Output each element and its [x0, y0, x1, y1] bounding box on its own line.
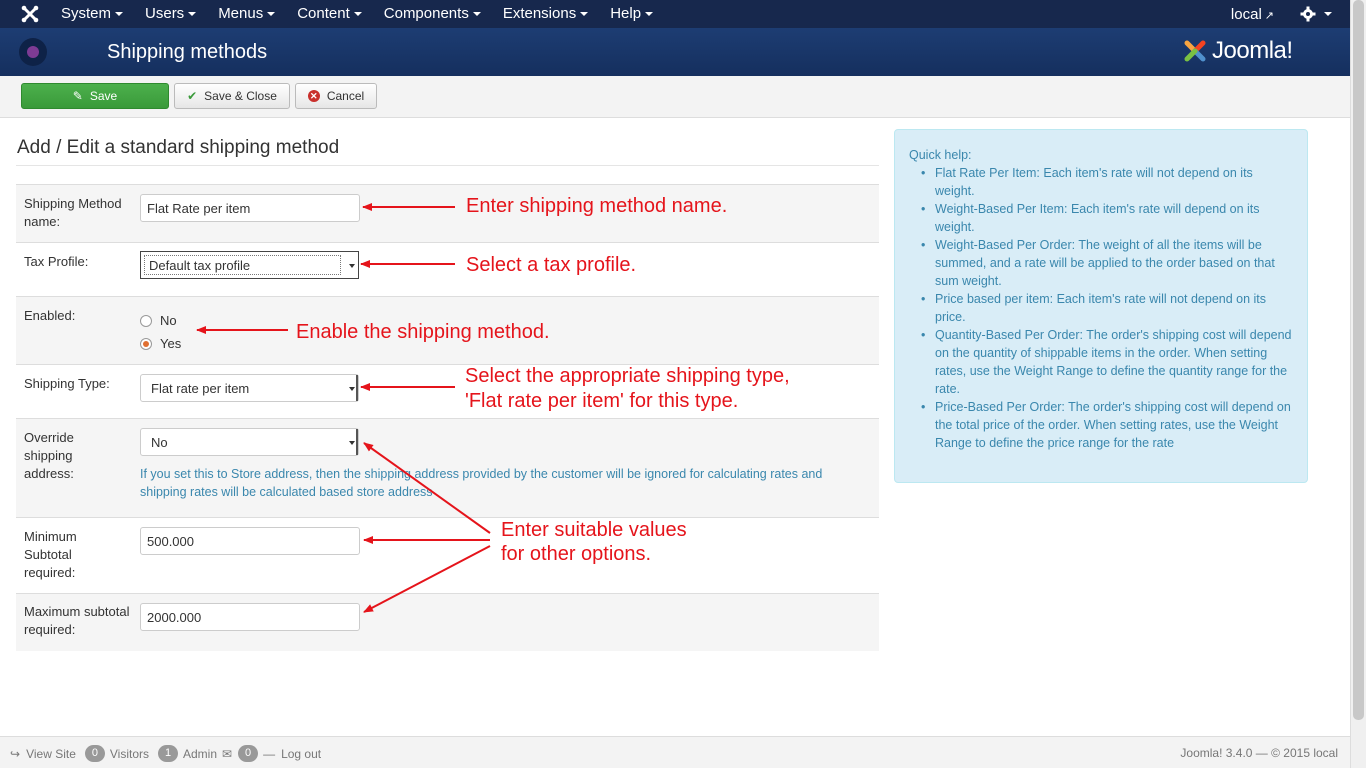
- joomla-x-icon[interactable]: [20, 4, 40, 24]
- toolbar: ✎ Save ✔ Save & Close ✕ Cancel: [0, 76, 1350, 118]
- caret-down-icon: [472, 12, 481, 17]
- save-close-button[interactable]: ✔ Save & Close: [174, 83, 290, 109]
- enabled-label: Enabled:: [24, 308, 76, 323]
- override-help-text: If you set this to Store address, then t…: [140, 467, 823, 499]
- annotation-type-line1: Select the appropriate shipping type,: [465, 365, 790, 387]
- caret-down-icon: [115, 12, 124, 17]
- row-name: Shipping Method name: Flat Rate per item: [16, 184, 879, 242]
- quick-help-title: Quick help:: [909, 148, 972, 162]
- caret-down-icon: [645, 12, 654, 17]
- annotation-type-line2: 'Flat rate per item' for this type.: [465, 390, 739, 412]
- caret-down-icon: [353, 12, 362, 17]
- logout-icon: —: [263, 746, 276, 761]
- edit-icon: ✎: [72, 89, 83, 103]
- joomla-logo: Joomla!: [1180, 34, 1330, 70]
- menu-extensions[interactable]: Extensions: [492, 0, 599, 28]
- max-subtotal-label: Maximum subtotal required:: [24, 604, 130, 637]
- row-tax: Tax Profile: Default tax profile: [16, 242, 879, 296]
- top-navbar: System Users Menus Content Components Ex…: [0, 0, 1350, 28]
- chevron-down-icon: [349, 264, 355, 268]
- annotation-enable: Enable the shipping method.: [296, 321, 550, 343]
- footer-version: Joomla! 3.4.0 — © 2015 local: [1180, 746, 1338, 760]
- menu-help[interactable]: Help: [599, 0, 664, 28]
- view-site-link[interactable]: View Site: [26, 747, 76, 761]
- gear-icon[interactable]: [1300, 6, 1316, 22]
- quick-help-panel: Quick help: Flat Rate Per Item: Each ite…: [894, 129, 1308, 483]
- shipping-type-label: Shipping Type:: [24, 376, 110, 391]
- caret-down-icon: [188, 12, 197, 17]
- shipping-method-name-input[interactable]: Flat Rate per item: [140, 194, 360, 222]
- list-item: Quantity-Based Per Order: The order's sh…: [909, 326, 1293, 398]
- admin-badge: 1: [158, 745, 178, 762]
- override-label: Override shipping address:: [24, 430, 74, 481]
- enabled-no-radio[interactable]: No: [140, 313, 177, 328]
- annotation-other-line1: Enter suitable values: [501, 519, 687, 541]
- max-subtotal-input[interactable]: 2000.000: [140, 603, 360, 631]
- cancel-button[interactable]: ✕ Cancel: [295, 83, 377, 109]
- navbar-right: local ↗: [1231, 0, 1332, 28]
- messages-badge: 0: [238, 745, 259, 762]
- external-link-icon: ↗: [1264, 9, 1274, 22]
- enabled-yes-radio[interactable]: Yes: [140, 336, 181, 351]
- chevron-down-icon: [349, 387, 355, 391]
- main-menu: System Users Menus Content Components Ex…: [50, 0, 664, 28]
- row-override: Override shipping address: No If you set…: [16, 418, 879, 517]
- caret-down-icon: [580, 12, 589, 17]
- admin-label[interactable]: Admin: [183, 747, 217, 761]
- list-item: Flat Rate Per Item: Each item's rate wil…: [909, 164, 1293, 200]
- menu-content[interactable]: Content: [286, 0, 373, 28]
- list-item: Weight-Based Per Item: Each item's rate …: [909, 200, 1293, 236]
- menu-system[interactable]: System: [50, 0, 134, 28]
- annotation-tax: Select a tax profile.: [466, 254, 637, 276]
- chevron-down-icon: [349, 441, 355, 445]
- page-header: Shipping methods Joomla!: [0, 28, 1350, 76]
- page-scrollbar[interactable]: [1350, 0, 1366, 768]
- caret-down-icon[interactable]: [1324, 12, 1332, 16]
- list-item: Price based per item: Each item's rate w…: [909, 290, 1293, 326]
- page-title: Shipping methods: [107, 41, 268, 63]
- status-footer: ↪ View Site 0 Visitors 1 Admin ✉ 0 — Log…: [0, 736, 1350, 768]
- annotation-name: Enter shipping method name.: [466, 195, 728, 217]
- cancel-icon: ✕: [307, 90, 320, 102]
- form-heading: Add / Edit a standard shipping method: [17, 137, 340, 158]
- shop-icon: [19, 38, 47, 66]
- menu-menus[interactable]: Menus: [207, 0, 286, 28]
- save-button[interactable]: ✎ Save: [21, 83, 169, 109]
- row-min-subtotal: Minimum Subtotal required: 500.000: [16, 517, 879, 593]
- heading-divider: [16, 165, 879, 166]
- tax-label: Tax Profile:: [24, 254, 89, 269]
- visitors-label[interactable]: Visitors: [110, 747, 149, 761]
- override-address-select[interactable]: No: [140, 428, 359, 456]
- caret-down-icon: [267, 12, 276, 17]
- view-site-icon: ↪: [10, 746, 21, 761]
- list-item: Price-Based Per Order: The order's shipp…: [909, 398, 1293, 452]
- check-icon: ✔: [187, 89, 198, 103]
- row-max-subtotal: Maximum subtotal required: 2000.000: [16, 593, 879, 651]
- site-link[interactable]: local ↗: [1231, 6, 1274, 23]
- joomla-brand-icon: [1184, 40, 1206, 62]
- shipping-type-select[interactable]: Flat rate per item: [140, 374, 359, 402]
- logout-link[interactable]: Log out: [281, 747, 321, 761]
- footer-left: ↪ View Site 0 Visitors 1 Admin ✉ 0 — Log…: [10, 745, 321, 762]
- min-subtotal-input[interactable]: 500.000: [140, 527, 360, 555]
- menu-users[interactable]: Users: [134, 0, 207, 28]
- list-item: Weight-Based Per Order: The weight of al…: [909, 236, 1293, 290]
- quick-help-list: Flat Rate Per Item: Each item's rate wil…: [909, 164, 1293, 452]
- visitors-badge: 0: [84, 745, 105, 762]
- name-label: Shipping Method name:: [24, 196, 122, 229]
- annotation-other-line2: for other options.: [501, 543, 652, 565]
- tax-profile-select[interactable]: Default tax profile: [140, 251, 359, 279]
- mail-icon[interactable]: ✉: [222, 747, 232, 761]
- scrollbar-thumb[interactable]: [1353, 0, 1364, 720]
- min-subtotal-label: Minimum Subtotal required:: [24, 529, 77, 580]
- menu-components[interactable]: Components: [373, 0, 492, 28]
